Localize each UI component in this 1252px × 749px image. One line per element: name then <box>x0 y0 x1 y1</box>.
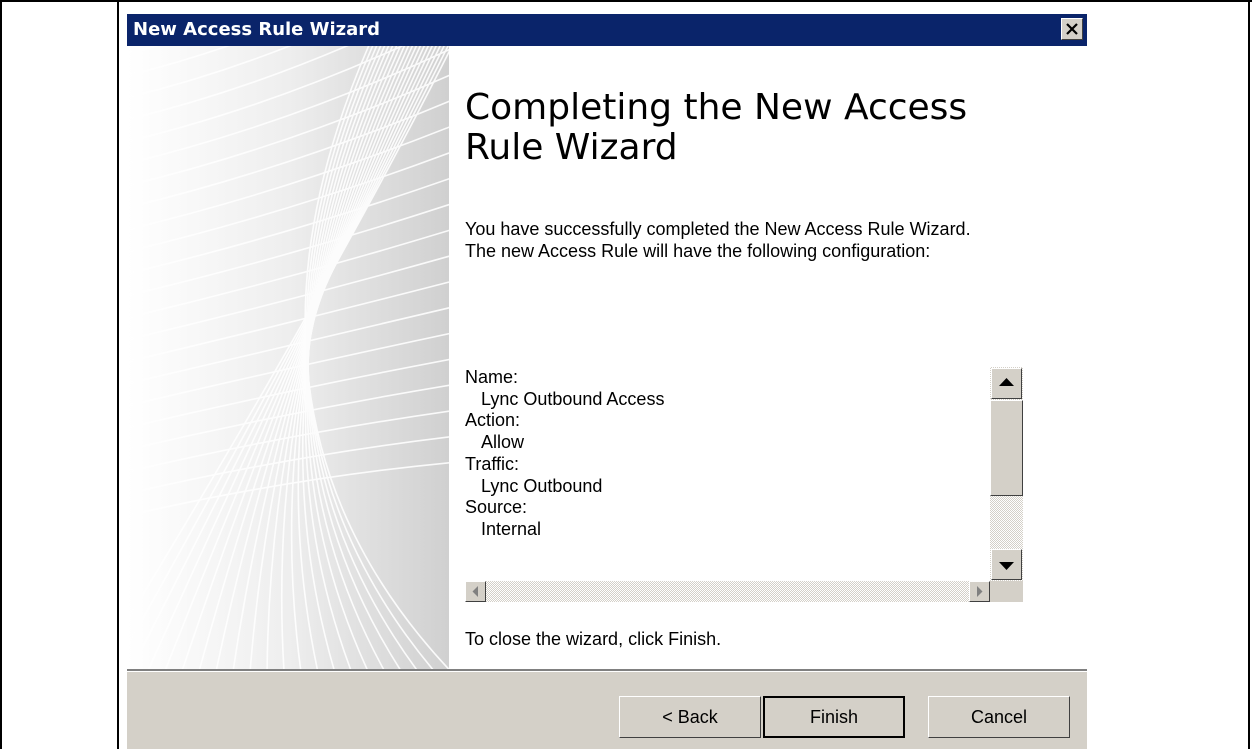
table-top-border <box>0 0 1252 2</box>
table-column-divider <box>117 0 119 749</box>
page-title: Completing the New Access Rule Wizard <box>465 87 968 168</box>
vertical-scroll-thumb[interactable] <box>990 400 1023 496</box>
summary-traffic-label: Traffic: <box>465 453 520 474</box>
table-left-border <box>0 0 2 749</box>
horizontal-scrollbar[interactable] <box>465 581 990 602</box>
table-right-border <box>1248 0 1250 749</box>
wizard-dialog: New Access Rule Wizard Completing the Ne… <box>127 14 1087 749</box>
close-icon <box>1066 23 1078 35</box>
summary-action-label: Action: <box>465 410 521 431</box>
arrow-down-icon <box>999 562 1014 570</box>
configuration-summary[interactable]: Name: Lync Outbound Access Action: Allow… <box>465 367 1023 602</box>
closing-instructions: To close the wizard, click Finish. <box>465 629 722 649</box>
arrow-right-icon <box>977 586 983 597</box>
summary-name-value: Lync Outbound Access <box>481 388 665 409</box>
finish-button[interactable]: Finish <box>763 696 905 738</box>
scroll-up-button[interactable] <box>991 368 1022 399</box>
summary-name-label: Name: <box>465 367 519 387</box>
window-title: New Access Rule Wizard <box>133 19 381 40</box>
close-button[interactable] <box>1061 18 1083 40</box>
intro-text: You have successfully completed the New … <box>465 219 971 261</box>
button-bar: < Back Finish Cancel <box>127 669 1087 749</box>
scroll-right-button[interactable] <box>969 581 990 602</box>
scroll-left-button[interactable] <box>465 581 486 602</box>
back-button[interactable]: < Back <box>619 696 761 738</box>
vertical-scrollbar[interactable] <box>990 367 1023 581</box>
summary-text-area[interactable]: Name: Lync Outbound Access Action: Allow… <box>465 367 985 581</box>
summary-source-label: Source: <box>465 497 528 518</box>
arrow-up-icon <box>999 378 1014 386</box>
wizard-banner-image <box>127 46 449 669</box>
summary-traffic-value: Lync Outbound <box>481 475 603 496</box>
scroll-down-button[interactable] <box>991 549 1022 580</box>
wizard-content: Completing the New Access Rule Wizard Yo… <box>465 46 1075 669</box>
summary-action-value: Allow <box>481 432 525 453</box>
arrow-left-icon <box>472 586 478 597</box>
cancel-button[interactable]: Cancel <box>928 696 1070 738</box>
summary-source-value: Internal <box>481 518 542 539</box>
scrollbar-corner <box>990 581 1023 602</box>
title-bar[interactable]: New Access Rule Wizard <box>127 14 1087 46</box>
